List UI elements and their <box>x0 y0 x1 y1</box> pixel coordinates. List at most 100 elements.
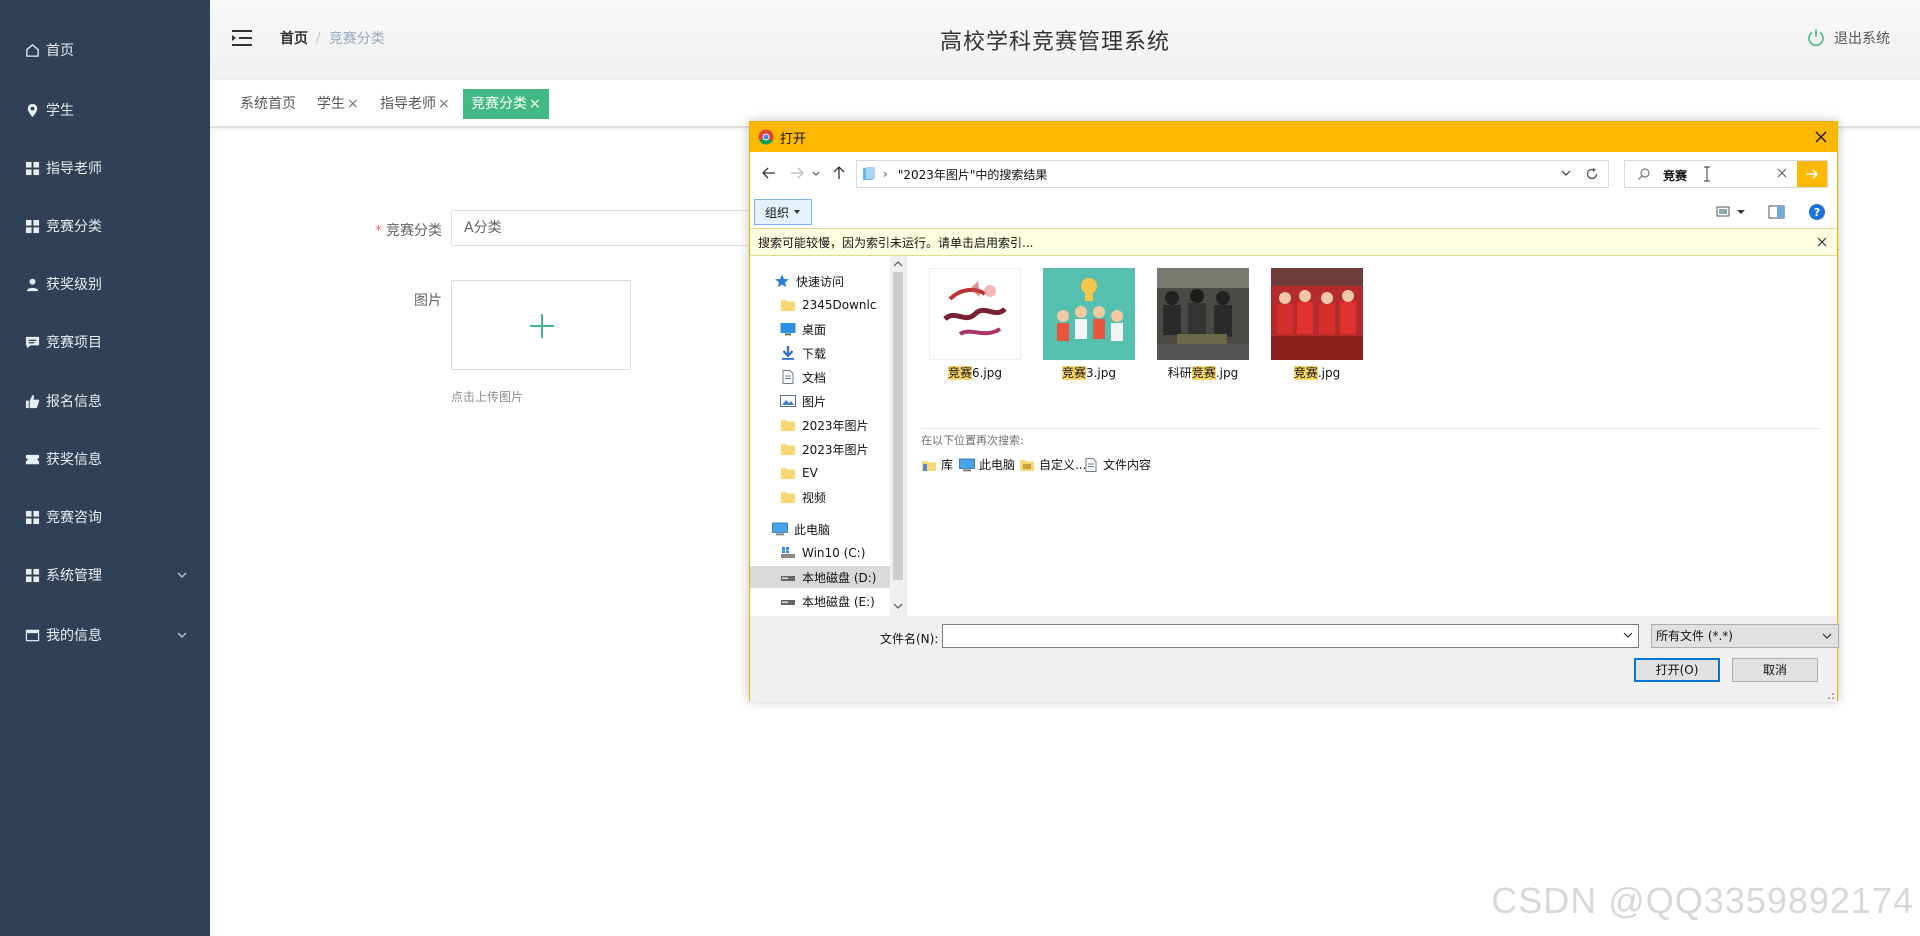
search-location-file-contents[interactable]: 文件内容 <box>1083 456 1151 473</box>
scroll-up-icon[interactable] <box>893 259 903 269</box>
cancel-button[interactable]: 取消 <box>1732 658 1818 682</box>
tree-item-drive-d[interactable]: 本地磁盘 (D:) <box>750 566 890 588</box>
sidebar-item-categories[interactable]: 竞赛分类 <box>0 206 210 246</box>
tab-label: 竞赛分类 <box>471 96 527 112</box>
dialog-footer: 文件名(N): 所有文件 (*.*) 打开(O) 取消 <box>750 616 1839 702</box>
organize-button[interactable]: 组织 <box>754 199 813 225</box>
tree-item-drive-c[interactable]: Win10 (C:) <box>780 542 906 564</box>
crowd-photo-thumbnail <box>1157 268 1249 360</box>
tree-item-quick-access[interactable]: 快速访问 <box>774 270 906 292</box>
tree-item-drive-e[interactable]: 本地磁盘 (E:) <box>780 590 906 612</box>
close-icon[interactable] <box>1811 127 1831 147</box>
file-item[interactable]: 科研竞赛.jpg <box>1151 268 1255 381</box>
breadcrumb-home[interactable]: 首页 <box>280 28 308 48</box>
address-bar[interactable]: › "2023年图片"中的搜索结果 <box>856 160 1609 188</box>
tree-item-downloads[interactable]: 下载 <box>780 342 906 364</box>
user-icon <box>24 276 40 292</box>
search-go-button[interactable] <box>1797 161 1827 187</box>
card-icon <box>24 627 40 643</box>
dialog-titlebar[interactable]: 打开 <box>750 122 1837 152</box>
navigation-tree: 快速访问 2345Downlc 桌面 下载 文档 图片 2023年图片 2023… <box>750 256 907 616</box>
index-info-bar[interactable]: 搜索可能较慢，因为索引未运行。请单击启用索引... <box>750 228 1837 256</box>
tree-item-2023-pictures-2[interactable]: 2023年图片 <box>780 438 906 460</box>
tree-item-label: 下载 <box>802 346 827 361</box>
clear-search-icon[interactable] <box>1775 166 1789 180</box>
tab-close-icon[interactable]: × <box>347 96 359 112</box>
drive-icon <box>781 600 795 605</box>
breadcrumb-separator: / <box>316 30 321 46</box>
required-mark: * <box>375 223 382 239</box>
menu-fold-icon[interactable] <box>232 28 254 48</box>
tree-item-pictures[interactable]: 图片 <box>780 390 906 412</box>
folder-icon <box>781 444 795 455</box>
download-arrow-icon <box>782 346 794 360</box>
home-icon <box>24 42 40 58</box>
file-item[interactable]: 竞赛6.jpg <box>923 268 1027 381</box>
back-arrow-icon[interactable] <box>760 164 778 182</box>
chevron-down-icon <box>1822 633 1832 639</box>
custom-folder-icon <box>1020 459 1034 471</box>
sidebar-item-home[interactable]: 首页 <box>0 30 210 70</box>
tree-item-label: 2023年图片 <box>802 418 869 433</box>
search-location-custom[interactable]: 自定义... <box>1019 456 1086 473</box>
chevron-down-icon[interactable] <box>1736 204 1746 220</box>
sidebar-item-my-info[interactable]: 我的信息 <box>0 615 210 655</box>
tree-item-2023-pictures[interactable]: 2023年图片 <box>780 414 906 436</box>
view-options-icon[interactable] <box>1716 204 1734 220</box>
image-uploader[interactable] <box>451 280 631 370</box>
close-icon[interactable] <box>1815 235 1829 249</box>
tab-categories[interactable]: 竞赛分类 × <box>463 89 549 119</box>
tree-item-documents[interactable]: 文档 <box>780 366 906 388</box>
filename-label: 文件名(N): <box>880 632 939 646</box>
resize-grip-icon[interactable] <box>1825 690 1835 700</box>
tree-item-desktop[interactable]: 桌面 <box>780 318 906 340</box>
search-folder-icon <box>863 167 875 180</box>
preview-pane-icon[interactable] <box>1768 204 1786 220</box>
search-location-libraries[interactable]: 库 <box>921 456 953 473</box>
help-icon[interactable]: ? <box>1808 203 1826 221</box>
tab-home[interactable]: 系统首页 <box>236 89 300 119</box>
tree-scrollbar[interactable] <box>890 256 906 616</box>
chevron-down-icon[interactable] <box>1623 630 1633 640</box>
recent-dropdown-icon[interactable] <box>810 164 822 182</box>
logout-button[interactable]: 退出系统 <box>1806 28 1890 48</box>
sidebar-item-system[interactable]: 系统管理 <box>0 555 210 595</box>
tree-item-this-pc[interactable]: 此电脑 <box>772 518 906 540</box>
tab-close-icon[interactable]: × <box>529 96 541 112</box>
search-input[interactable]: 竞赛 <box>1663 167 1687 184</box>
filename-input[interactable] <box>942 624 1639 648</box>
ticket-icon <box>24 451 40 467</box>
filetype-select[interactable]: 所有文件 (*.*) <box>1651 624 1839 648</box>
sidebar-item-label: 首页 <box>46 43 74 59</box>
open-button[interactable]: 打开(O) <box>1634 658 1720 682</box>
search-location-this-pc[interactable]: 此电脑 <box>959 456 1015 473</box>
tree-item-ev[interactable]: EV <box>780 462 906 484</box>
chevron-down-icon[interactable] <box>1560 167 1572 179</box>
tab-teachers[interactable]: 指导老师 × <box>376 89 454 119</box>
sidebar-item-teachers[interactable]: 指导老师 <box>0 148 210 188</box>
address-text: "2023年图片"中的搜索结果 <box>897 167 1048 182</box>
refresh-icon[interactable] <box>1584 166 1600 182</box>
sidebar-item-projects[interactable]: 竞赛项目 <box>0 322 210 362</box>
file-thumbnail <box>1157 268 1249 360</box>
sidebar-item-registration[interactable]: 报名信息 <box>0 381 210 421</box>
file-item[interactable]: 竞赛.jpg <box>1265 268 1369 381</box>
up-arrow-icon[interactable] <box>830 164 848 182</box>
tab-close-icon[interactable]: × <box>438 96 450 112</box>
sidebar-item-awards[interactable]: 获奖信息 <box>0 439 210 479</box>
search-box[interactable]: 竞赛 <box>1624 160 1828 188</box>
tree-item-2345download[interactable]: 2345Downlc <box>780 294 906 316</box>
scroll-down-icon[interactable] <box>893 601 903 611</box>
forward-arrow-icon[interactable] <box>788 164 806 182</box>
sidebar-item-students[interactable]: 学生 <box>0 90 210 130</box>
tree-item-label: Win10 (C:) <box>802 546 866 560</box>
computer-icon <box>959 458 975 471</box>
sidebar-item-award-levels[interactable]: 获奖级别 <box>0 264 210 304</box>
file-item[interactable]: 竞赛3.jpg <box>1037 268 1141 381</box>
chat-icon <box>24 334 40 350</box>
tab-students[interactable]: 学生 × <box>313 89 363 119</box>
chevron-down-icon <box>177 632 187 638</box>
scrollbar-thumb[interactable] <box>893 272 903 580</box>
tree-item-videos[interactable]: 视频 <box>780 486 906 508</box>
sidebar-item-consulting[interactable]: 竞赛咨询 <box>0 497 210 537</box>
